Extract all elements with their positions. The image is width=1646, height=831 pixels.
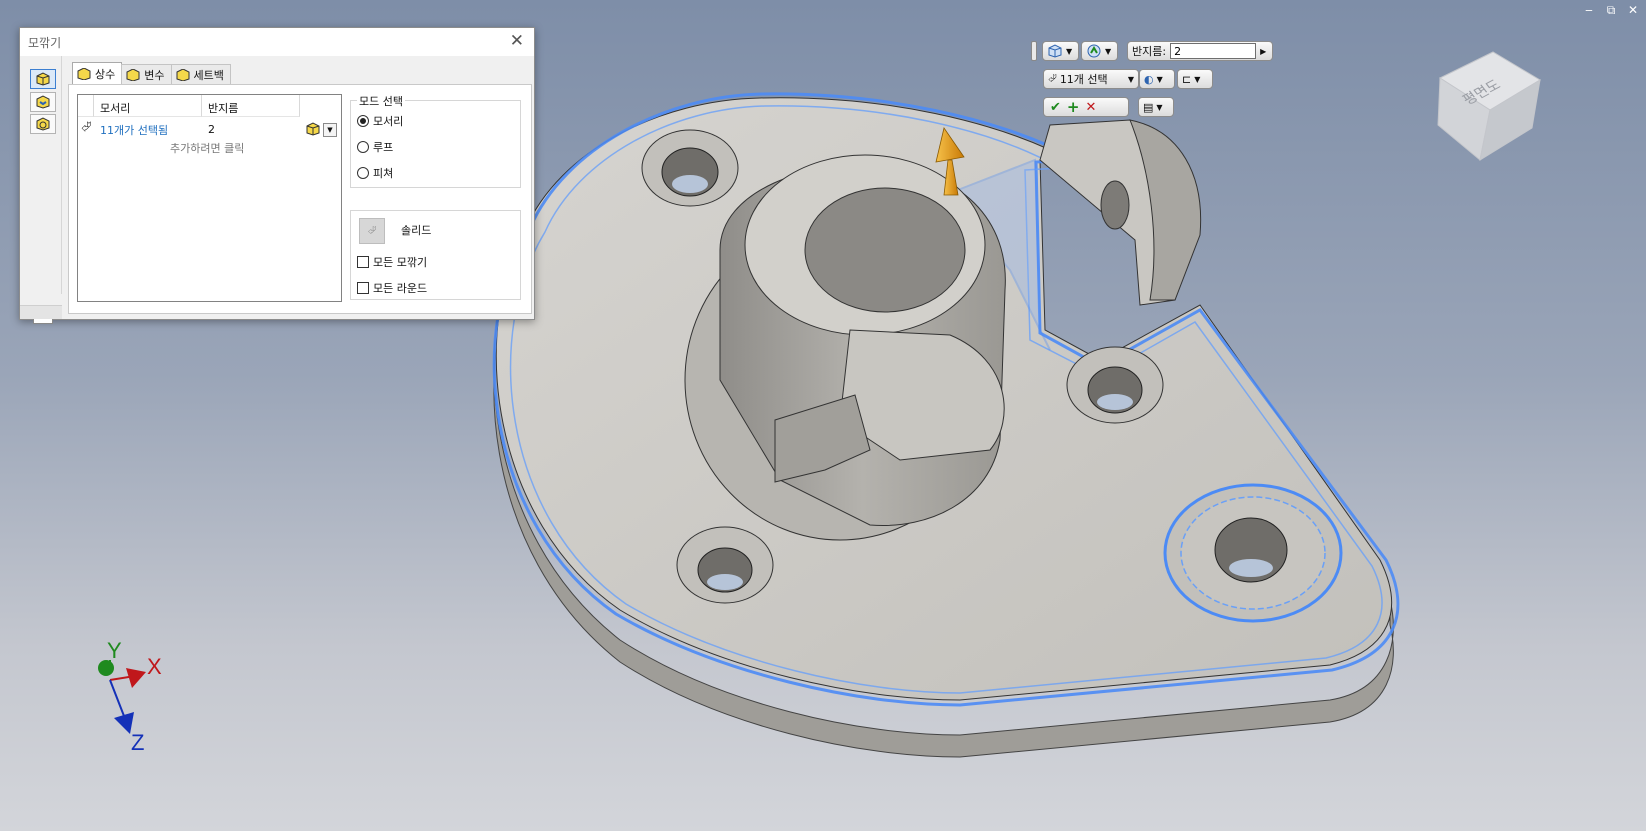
setback-tab-icon (176, 68, 189, 81)
row-header-column (78, 95, 94, 117)
dialog-footer (20, 305, 62, 319)
face-fillet-button[interactable] (30, 92, 56, 112)
tab-constant[interactable]: 상수 (72, 62, 123, 84)
solid-select-button[interactable]: ⮰ (359, 218, 385, 244)
restore-icon[interactable]: ⧉ (1604, 4, 1618, 16)
cube-icon (1048, 44, 1062, 58)
chevron-down-icon[interactable]: ▼ (323, 123, 337, 137)
tab-variable[interactable]: 변수 (121, 64, 172, 84)
solid-group: ⮰ 솔리드 모든 모깎기 모든 라운드 (350, 210, 521, 300)
cancel-icon[interactable]: ✕ (1085, 100, 1096, 115)
axis-x-label: X (147, 654, 162, 679)
chevron-down-icon: ▼ (1127, 74, 1134, 84)
tab-label: 세트백 (193, 68, 224, 82)
solid-label: 솔리드 (401, 224, 432, 237)
add-row-hint[interactable]: 추가하려면 클릭 (170, 140, 244, 156)
fillet-icon (1087, 44, 1101, 58)
full-round-icon (36, 117, 50, 131)
column-header-radius: 반지름 (202, 95, 300, 117)
select-mode-dropdown[interactable]: ⊏ ▼ (1177, 69, 1213, 89)
mode-option-label: 모서리 (373, 115, 404, 128)
mode-option-edge[interactable]: 모서리 (357, 113, 403, 129)
lug-hole (1100, 180, 1130, 230)
axis-y-label: Y (107, 638, 122, 663)
dialog-titlebar[interactable]: 모깎기 ✕ (20, 28, 534, 56)
ok-icon[interactable]: ✔ (1050, 100, 1061, 115)
viewcube[interactable] (1437, 51, 1541, 162)
edge-cube-icon[interactable] (305, 122, 321, 136)
apply-controls: ✔ + ✕ (1043, 97, 1129, 117)
hole-right (1066, 346, 1164, 424)
options-dropdown[interactable]: ▤ ▼ (1138, 97, 1174, 117)
column-header-edges: 모서리 (94, 95, 202, 117)
chevron-down-icon: ▼ (1156, 102, 1163, 112)
axis-z-label: Z (131, 730, 145, 755)
selection-cursor-icon: ⮰ (81, 120, 92, 135)
edge-mode-dropdown[interactable]: ▼ (1042, 41, 1079, 61)
constant-tab-page: 모서리 반지름 ⮰ 11개가 선택됨 2 ▼ 추가하려면 클릭 모드 선택 모서… (68, 84, 532, 314)
all-rounds-label: 모든 라운드 (373, 282, 428, 295)
edge-fillet-button[interactable] (30, 69, 56, 89)
axis-triad (98, 660, 146, 734)
boss-bore (804, 187, 966, 313)
all-rounds-option[interactable]: 모든 라운드 (357, 280, 427, 296)
selection-count: 11개 선택 (1059, 73, 1108, 86)
variable-tab-icon (126, 68, 140, 81)
full-round-fillet-button[interactable] (30, 114, 56, 134)
radius-label: 반지름: (1132, 45, 1167, 58)
fillet-type-bar: ? (20, 56, 62, 324)
play-icon[interactable]: ▶ (1260, 47, 1266, 56)
chevron-down-icon: ▼ (1105, 46, 1112, 56)
radius-control: 반지름: ▶ (1127, 41, 1273, 61)
all-fillets-label: 모든 모깎기 (373, 256, 428, 269)
mini-toolbar-grip[interactable] (1031, 41, 1037, 61)
fillet-dialog: 모깎기 ✕ ? 상수 변수 세트백 모서리 반지 (19, 27, 535, 324)
dialog-close-icon[interactable]: ✕ (510, 31, 524, 51)
tab-label: 상수 (95, 67, 116, 81)
mode-option-loop[interactable]: 루프 (357, 139, 393, 155)
radio-button[interactable] (357, 141, 369, 153)
fillet-type-dropdown[interactable]: ▼ (1081, 41, 1118, 61)
continuity-icon: ◐ (1144, 72, 1154, 86)
radio-button[interactable] (357, 115, 369, 127)
close-window-icon[interactable]: ✕ (1626, 4, 1640, 16)
radio-button[interactable] (357, 167, 369, 179)
chevron-down-icon: ▼ (1156, 74, 1163, 84)
mode-select-label: 모드 선택 (357, 93, 405, 109)
radius-cell[interactable]: 2 (208, 123, 215, 136)
edge-selection-cell[interactable]: 11개가 선택됨 (100, 122, 168, 138)
all-rounds-checkbox[interactable] (357, 282, 369, 294)
hole-bottom-left (676, 526, 774, 604)
mode-select-group: 모드 선택 모서리 루프 피쳐 (350, 93, 521, 188)
chevron-down-icon: ▼ (1194, 74, 1201, 84)
dialog-title: 모깎기 (28, 36, 62, 50)
constant-tab-icon (77, 67, 91, 80)
tab-label: 변수 (144, 68, 165, 82)
mode-option-label: 피쳐 (373, 167, 394, 180)
edge-selection-grid[interactable]: 모서리 반지름 ⮰ 11개가 선택됨 2 ▼ 추가하려면 클릭 (77, 94, 342, 302)
tab-strip: 상수 변수 세트백 (72, 62, 231, 84)
all-fillets-option[interactable]: 모든 모깎기 (357, 254, 427, 270)
window-controls: ‒ ⧉ ✕ (1582, 4, 1640, 16)
continuity-dropdown[interactable]: ◐ ▼ (1139, 69, 1175, 89)
all-fillets-checkbox[interactable] (357, 256, 369, 268)
mode-option-feature[interactable]: 피쳐 (357, 165, 393, 181)
select-mode-icon: ⊏ (1182, 72, 1192, 86)
face-fillet-icon (36, 95, 50, 109)
mode-option-label: 루프 (373, 141, 394, 154)
tab-setback[interactable]: 세트백 (170, 64, 231, 84)
chevron-down-icon: ▼ (1066, 46, 1073, 56)
cursor-icon: ⮰ (367, 224, 377, 237)
radius-input[interactable] (1170, 43, 1257, 59)
apply-icon[interactable]: + (1067, 98, 1080, 116)
dialog-icon: ▤ (1143, 100, 1154, 114)
hole-top-left (641, 129, 739, 207)
cursor-icon: ⮰ (1048, 72, 1057, 85)
selection-dropdown[interactable]: ⮰ 11개 선택 ▼ (1043, 69, 1139, 89)
hole-bottom-right (1163, 483, 1343, 623)
minimize-icon[interactable]: ‒ (1582, 4, 1596, 16)
edge-fillet-icon (36, 72, 50, 86)
